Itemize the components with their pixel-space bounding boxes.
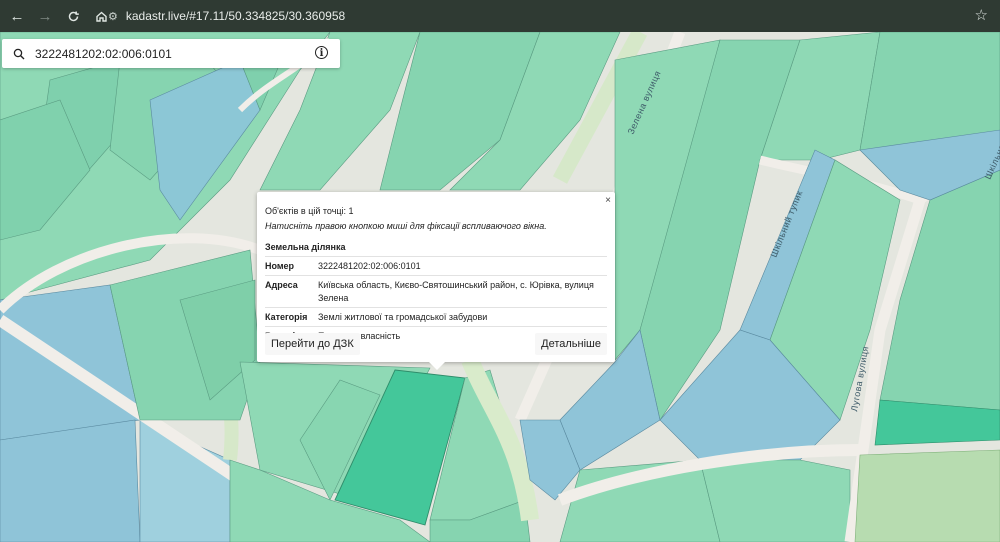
popup-hint: Натисніть правою кнопкою миші для фіксац…	[265, 221, 547, 231]
browser-toolbar: ← → ⚙ kadastr.live/#17.11/50.334825/30.3…	[0, 0, 1000, 32]
reload-button[interactable]	[62, 5, 84, 27]
arrow-left-icon: ←	[9, 7, 25, 25]
arrow-right-icon: →	[37, 7, 53, 25]
go-to-dzk-button[interactable]: Перейти до ДЗК	[265, 333, 360, 355]
parcel[interactable]	[854, 449, 1000, 542]
table-row: Категорія Землі житлової та громадської …	[265, 307, 607, 327]
address-bar-text: kadastr.live/#17.11/50.334825/30.360958	[125, 9, 346, 23]
row-value-number: 3222481202:02:006:0101	[318, 256, 607, 276]
row-key-category: Категорія	[265, 307, 318, 327]
home-icon	[95, 11, 107, 22]
row-value-address: Київська область, Києво-Святошинський ра…	[318, 275, 607, 308]
close-icon[interactable]: ×	[605, 195, 611, 206]
parcel[interactable]	[0, 419, 141, 542]
parcel-popup: × Об'єктів в цій точці: 1 Натисніть прав…	[257, 192, 615, 370]
back-button[interactable]: ←	[6, 5, 28, 27]
reload-icon	[68, 11, 79, 21]
site-settings-icon[interactable]: ⚙	[108, 10, 118, 23]
parcel-info-table: Номер 3222481202:02:006:0101 Адреса Київ…	[265, 256, 607, 345]
search-icon	[13, 48, 25, 59]
table-row: Номер 3222481202:02:006:0101	[265, 256, 607, 276]
address-bar[interactable]: ⚙ kadastr.live/#17.11/50.334825/30.36095…	[108, 7, 345, 25]
details-button[interactable]: Детальніше	[535, 333, 607, 355]
row-value-category: Землі житлової та громадської забудови	[318, 307, 607, 327]
row-key-address: Адреса	[265, 275, 318, 308]
cadastral-search-input[interactable]	[35, 46, 305, 61]
row-key-number: Номер	[265, 256, 318, 276]
table-row: Адреса Київська область, Києво-Святошинс…	[265, 275, 607, 308]
star-icon[interactable]: ☆	[975, 6, 988, 24]
objects-count: Об'єктів в цій точці: 1	[265, 206, 354, 216]
popup-actions: Перейти до ДЗК Детальніше	[265, 333, 607, 355]
info-icon[interactable]: i	[315, 46, 328, 59]
parcel[interactable]	[699, 459, 851, 542]
section-title: Земельна ділянка	[265, 242, 346, 252]
forward-button[interactable]: →	[34, 5, 56, 27]
search-box[interactable]: i	[2, 39, 340, 68]
